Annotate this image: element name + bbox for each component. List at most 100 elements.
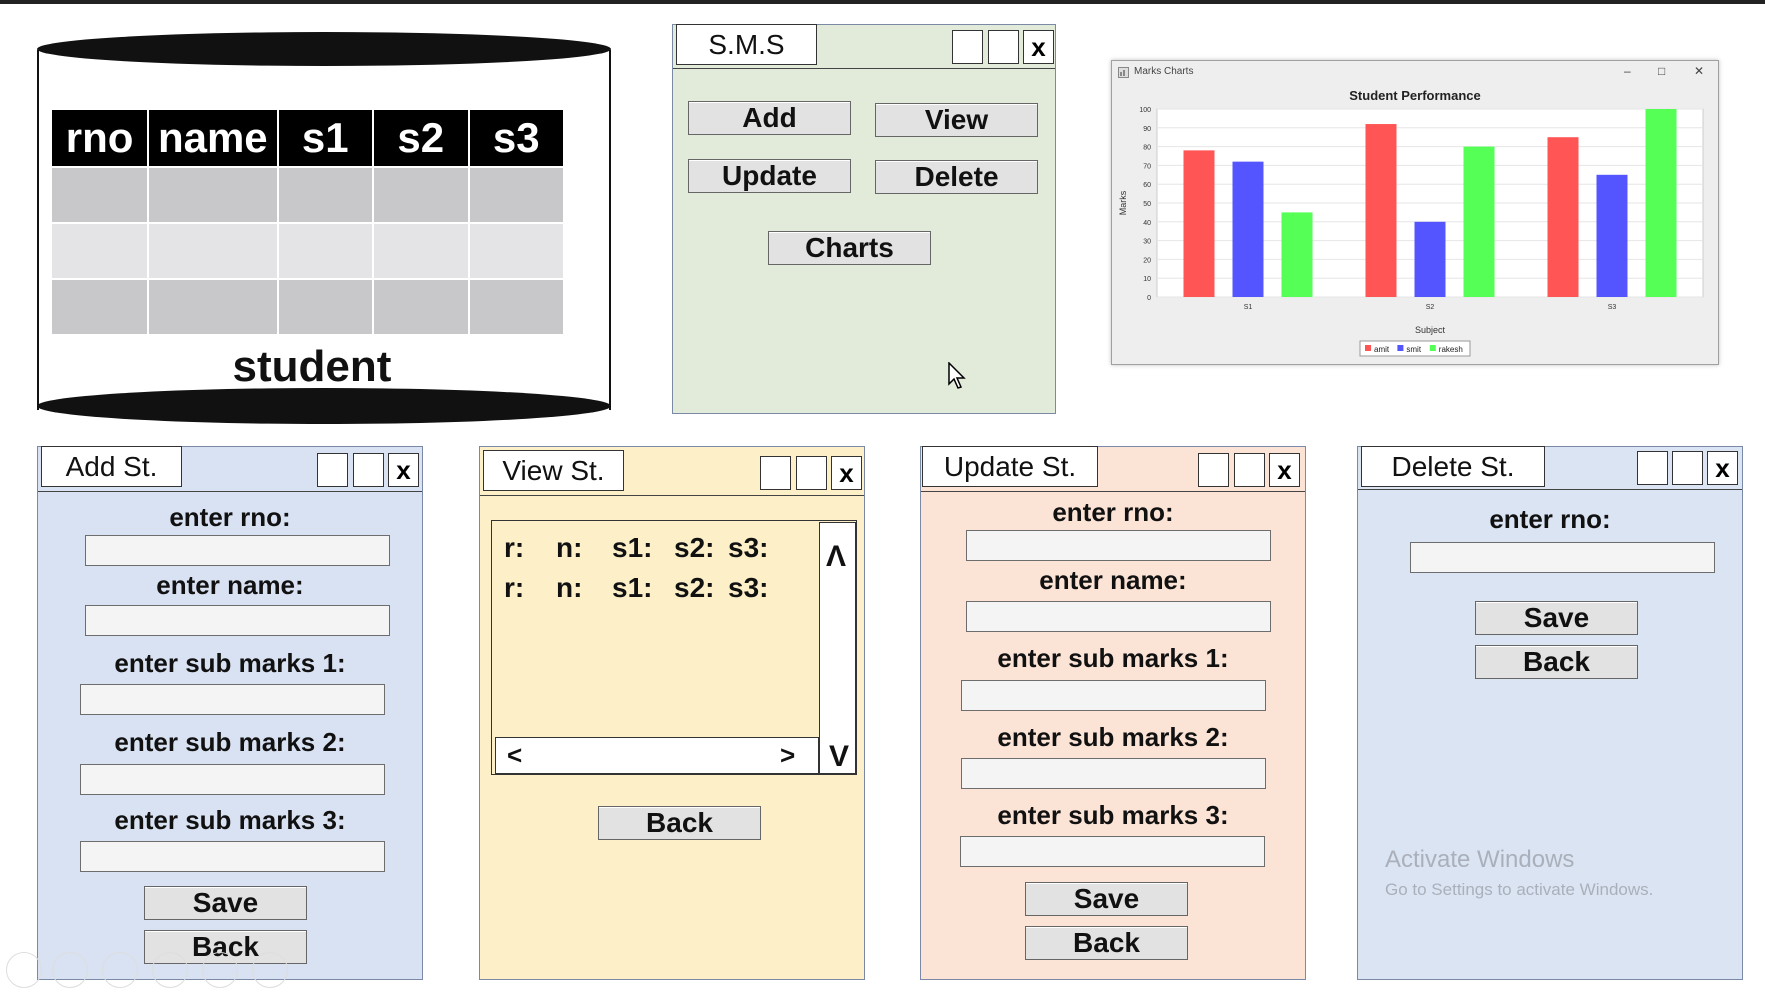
scroll-left-button[interactable]: < [507,740,522,771]
maximize-button[interactable] [796,456,827,490]
sub-marks-1-input[interactable] [961,680,1266,711]
minimize-button[interactable] [1198,453,1229,487]
column-header-s1: s1 [277,110,375,167]
maximize-button[interactable] [353,453,384,487]
minimize-button[interactable] [760,456,791,490]
rno-input[interactable] [85,535,390,566]
previous-slide-icon[interactable] [6,952,42,988]
sub-marks-3-label: enter sub marks 3: [114,805,346,835]
bar-amit-S3 [1547,137,1579,297]
close-button[interactable]: x [831,456,862,490]
minimize-button[interactable] [1637,451,1668,485]
chart-title: Student Performance [1349,88,1480,103]
sub-marks-2-label: enter sub marks 2: [997,722,1229,752]
legend-label-smit: smit [1406,345,1421,354]
name-label: enter name: [156,570,304,600]
rno-input[interactable] [1410,542,1715,573]
table-row [52,222,563,279]
legend-swatch-rakesh [1429,345,1436,351]
bar-rakesh-S3 [1645,109,1677,297]
maximize-button[interactable] [1672,451,1703,485]
scroll-up-button[interactable]: Λ [826,540,846,574]
name-label: enter name: [1039,565,1187,595]
title-divider [921,491,1305,492]
maximize-button[interactable] [988,30,1019,64]
next-slide-icon[interactable] [52,952,88,988]
record-field-s3: s3: [728,572,769,603]
back-button[interactable]: Back [1025,926,1188,960]
save-button[interactable]: Save [1475,601,1638,635]
rno-label: enter rno: [169,502,291,532]
rno-input[interactable] [966,530,1271,561]
x-tick-label: S3 [1608,304,1617,311]
sms-window-title: S.M.S [676,24,817,65]
bar-amit-S2 [1365,124,1397,297]
sub-marks-1-label: enter sub marks 1: [997,643,1229,673]
record-field-rno: r: [504,532,525,563]
sub-marks-2-input[interactable] [80,764,385,795]
save-button[interactable]: Save [144,886,307,920]
table-name-label: student [232,342,392,391]
chart-close-button[interactable]: ✕ [1694,64,1704,78]
record-field-s2: s2: [674,532,715,563]
charts-button[interactable]: Charts [768,231,931,265]
sub-marks-1-label: enter sub marks 1: [114,648,346,678]
mouse-pointer-icon [948,362,966,389]
sub-marks-3-input[interactable] [80,841,385,872]
bar-smit-S3 [1596,174,1628,297]
sub-marks-3-label: enter sub marks 3: [997,800,1229,830]
rno-label: enter rno: [1052,497,1174,527]
horizontal-scrollbar[interactable] [495,737,819,774]
bar-rakesh-S2 [1463,146,1495,297]
name-input[interactable] [966,601,1271,632]
scroll-right-button[interactable]: > [780,740,795,771]
close-button[interactable]: x [388,453,419,487]
view-button[interactable]: View [875,103,1038,137]
sub-marks-2-input[interactable] [961,758,1266,789]
back-button[interactable]: Back [598,806,761,840]
delete-button[interactable]: Delete [875,160,1038,194]
y-tick-label: 30 [1143,239,1151,246]
back-button[interactable]: Back [1475,645,1638,679]
maximize-button[interactable] [1234,453,1265,487]
bar-smit-S2 [1414,221,1446,297]
record-field-s3: s3: [728,532,769,563]
record-field-s1: s1: [612,572,653,603]
update-button[interactable]: Update [688,159,851,193]
title-divider [480,495,864,496]
sub-marks-1-input[interactable] [80,684,385,715]
activate-windows-watermark: Activate Windows [1385,846,1575,873]
close-button[interactable]: x [1707,451,1738,485]
y-tick-label: 20 [1143,257,1151,264]
minimize-button[interactable] [317,453,348,487]
delete-window-title: Delete St. [1361,446,1545,487]
minimize-button[interactable] [952,30,983,64]
slides-grid-icon[interactable] [152,952,188,988]
zoom-icon[interactable] [202,952,238,988]
close-button[interactable]: x [1269,453,1300,487]
save-button[interactable]: Save [1025,882,1188,916]
sub-marks-3-input[interactable] [960,836,1265,867]
y-tick-label: 50 [1143,201,1151,208]
y-tick-label: 40 [1143,220,1151,227]
record-field-s1: s1: [612,532,653,563]
add-button[interactable]: Add [688,101,851,135]
more-options-icon[interactable] [252,952,288,988]
activate-windows-hint: Go to Settings to activate Windows. [1385,880,1654,899]
chart-minimize-button[interactable]: – [1624,64,1631,78]
legend-swatch-amit [1365,345,1371,351]
scroll-down-button[interactable]: V [829,740,849,774]
bar-rakesh-S1 [1281,212,1313,297]
add-window-title: Add St. [41,446,182,487]
record-field-name: n: [556,532,583,563]
legend-label-rakesh: rakesh [1439,345,1463,354]
record-field-rno: r: [504,572,525,603]
pen-tool-icon[interactable] [102,952,138,988]
y-tick-label: 90 [1143,126,1151,133]
marks-chart-window: Marks Charts – □ ✕ Student Performance 0… [1111,60,1719,365]
student-performance-chart: Student Performance 0 10 20 30 40 50 60 70 80 90 1… [1118,88,1704,357]
x-tick-label: S2 [1426,304,1435,311]
chart-maximize-button[interactable]: □ [1658,64,1665,78]
name-input[interactable] [85,605,390,636]
close-button[interactable]: x [1023,30,1054,64]
